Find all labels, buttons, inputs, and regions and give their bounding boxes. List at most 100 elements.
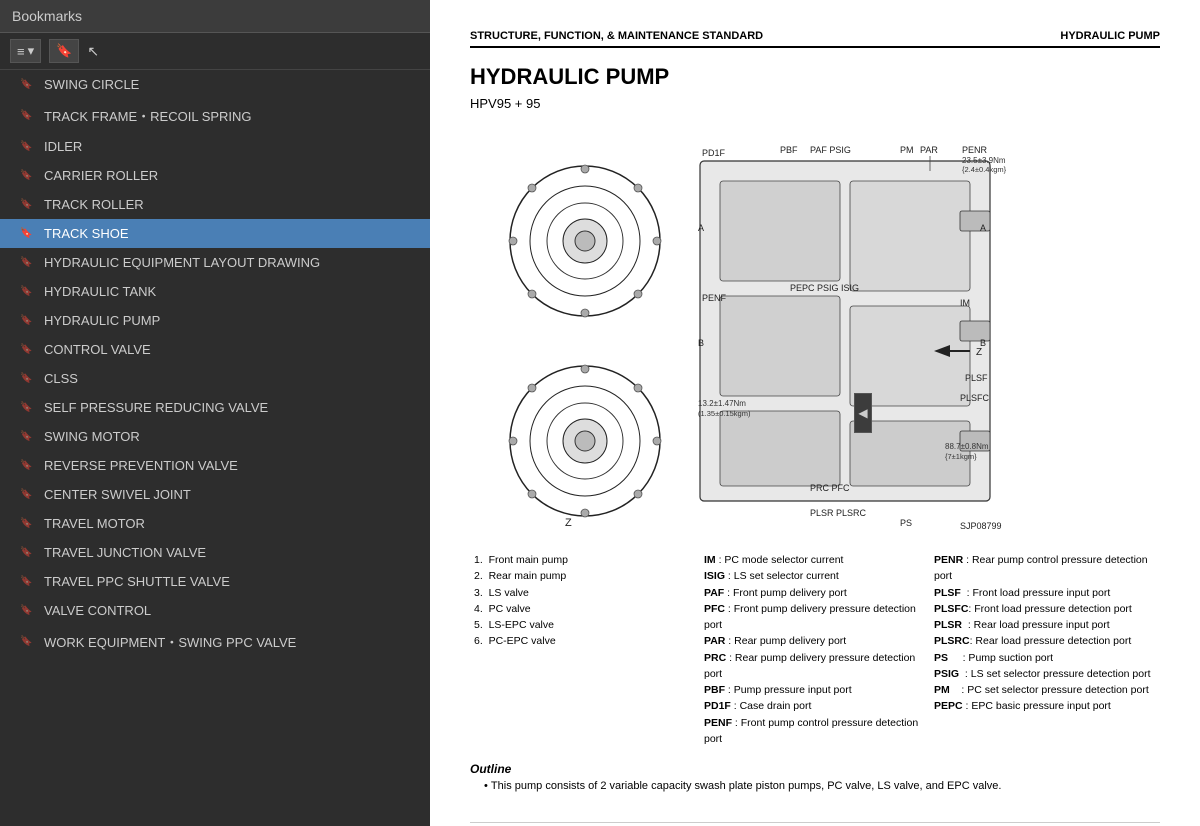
sidebar-item-label-track-shoe: TRACK SHOE — [44, 226, 129, 241]
dropdown-arrow-icon: ▾ — [28, 43, 35, 59]
list-icon: ≡ — [17, 44, 25, 59]
sidebar-item-label-track-roller: TRACK ROLLER — [44, 197, 144, 212]
sidebar-item-center-swivel-joint[interactable]: 🔖 CENTER SWIVEL JOINT — [0, 480, 430, 509]
bookmark-icon-track-frame: 🔖 — [20, 110, 34, 121]
sidebar-item-label-idler: IDLER — [44, 139, 82, 154]
sidebar-item-swing-circle[interactable]: 🔖 SWING CIRCLE — [0, 70, 430, 99]
sidebar-item-label-valve-control: VALVE CONTROL — [44, 603, 151, 618]
svg-text:IM: IM — [960, 298, 970, 308]
sidebar-item-travel-motor[interactable]: 🔖TRAVEL MOTOR — [0, 509, 430, 538]
doc-title: HYDRAULIC PUMP — [470, 64, 1160, 90]
svg-text:A: A — [698, 223, 704, 233]
collapse-sidebar-button[interactable]: ◀ — [854, 393, 872, 433]
outline-section: Outline • This pump consists of 2 variab… — [470, 762, 1160, 792]
svg-text:PM: PM — [900, 145, 914, 155]
bookmark-icon-swing-circle: 🔖 — [20, 79, 34, 90]
bookmark-icon-hydraulic-tank: 🔖 — [20, 286, 34, 297]
svg-text:PRC PFC: PRC PFC — [810, 483, 850, 493]
outline-bullet: • This pump consists of 2 variable capac… — [484, 780, 1160, 792]
sidebar-item-label-clss: CLSS — [44, 371, 78, 386]
bookmark-icon-carrier-roller: 🔖 — [20, 170, 34, 181]
doc-header-left: STRUCTURE, FUNCTION, & MAINTENANCE STAND… — [470, 30, 763, 42]
sidebar-item-idler[interactable]: 🔖 IDLER — [0, 132, 430, 161]
svg-text:PAF PSIG: PAF PSIG — [810, 145, 851, 155]
svg-text:PENF: PENF — [702, 293, 727, 303]
svg-text:(1.35±0.15kgm): (1.35±0.15kgm) — [698, 409, 751, 418]
svg-text:PLSR PLSRC: PLSR PLSRC — [810, 508, 867, 518]
sidebar-item-track-roller[interactable]: 🔖 TRACK ROLLER — [0, 190, 430, 219]
bookmark-icon-track-roller: 🔖 — [20, 199, 34, 210]
sidebar-item-label-travel-ppc-shuttle-valve: TRAVEL PPC SHUTTLE VALVE — [44, 574, 230, 589]
doc-footer: PC270-7 10-25 — [470, 822, 1160, 826]
sidebar-item-label-track-frame: TRACK FRAME・RECOIL SPRING — [44, 106, 252, 125]
sidebar-item-label-control-valve: CONTROL VALVE — [44, 342, 151, 357]
svg-text:Z: Z — [565, 517, 572, 529]
bookmark-icon-idler: 🔖 — [20, 141, 34, 152]
sidebar-item-label-reverse-prevention-valve: REVERSE PREVENTION VALVE — [44, 458, 238, 473]
list-view-button[interactable]: ≡ ▾ — [10, 39, 41, 63]
svg-text:{7±1kgm}: {7±1kgm} — [945, 452, 977, 461]
sidebar-item-label-center-swivel-joint: CENTER SWIVEL JOINT — [44, 487, 191, 502]
bookmark-icon: 🔖 — [56, 43, 72, 59]
sidebar-item-hydraulic-pump[interactable]: 🔖HYDRAULIC PUMP — [0, 306, 430, 335]
sidebar-item-control-valve[interactable]: 🔖CONTROL VALVE — [0, 335, 430, 364]
sidebar-item-travel-junction-valve[interactable]: 🔖TRAVEL JUNCTION VALVE — [0, 538, 430, 567]
sidebar-item-label-hydraulic-tank: HYDRAULIC TANK — [44, 284, 156, 299]
bookmark-icon-work-equipment-swing: 🔖 — [20, 636, 34, 647]
legend-abbr-col1: IM : PC mode selector current ISIG : LS … — [704, 552, 926, 747]
svg-text:PEPC PSIG ISIG: PEPC PSIG ISIG — [790, 283, 859, 293]
svg-text:PD1F: PD1F — [702, 148, 726, 158]
bookmark-icon-self-pressure-reducing-valve: 🔖 — [20, 402, 34, 413]
hydraulic-pump-diagram: Z — [470, 131, 1160, 531]
svg-text:PBF: PBF — [780, 145, 798, 155]
svg-text:PS: PS — [900, 518, 912, 528]
svg-text:PENR: PENR — [962, 145, 988, 155]
sidebar-item-valve-control[interactable]: 🔖 VALVE CONTROL — [0, 596, 430, 625]
sidebar-item-swing-motor[interactable]: 🔖SWING MOTOR — [0, 422, 430, 451]
sidebar-header: Bookmarks — [0, 0, 430, 33]
sidebar-item-work-equipment-swing[interactable]: 🔖 WORK EQUIPMENT・SWING PPC VALVE — [0, 625, 430, 658]
legend-numbered-list: 1. Front main pump 2. Rear main pump 3. … — [474, 552, 696, 650]
sidebar-item-clss[interactable]: 🔖 CLSS — [0, 364, 430, 393]
cursor-icon: ↖ — [87, 43, 99, 60]
sidebar-item-hydraulic-equipment-layout[interactable]: 🔖 HYDRAULIC EQUIPMENT LAYOUT DRAWING — [0, 248, 430, 277]
svg-text:PAR: PAR — [920, 145, 938, 155]
bookmark-icon-travel-junction-valve: 🔖 — [20, 547, 34, 558]
sidebar-item-carrier-roller[interactable]: 🔖 CARRIER ROLLER — [0, 161, 430, 190]
svg-text:PLSF: PLSF — [965, 373, 988, 383]
doc-header-right: HYDRAULIC PUMP — [1060, 30, 1160, 42]
svg-text:B: B — [980, 338, 986, 348]
outline-title: Outline — [470, 762, 1160, 776]
sidebar-item-label-self-pressure-reducing-valve: SELF PRESSURE REDUCING VALVE — [44, 400, 268, 415]
legend-section: 1. Front main pump 2. Rear main pump 3. … — [470, 551, 1160, 748]
doc-header: STRUCTURE, FUNCTION, & MAINTENANCE STAND… — [470, 30, 1160, 48]
sidebar-item-label-hydraulic-equipment-layout: HYDRAULIC EQUIPMENT LAYOUT DRAWING — [44, 255, 320, 270]
sidebar-item-label-swing-circle: SWING CIRCLE — [44, 77, 139, 92]
bookmark-icon-center-swivel-joint: 🔖 — [20, 489, 34, 500]
sidebar-item-label-carrier-roller: CARRIER ROLLER — [44, 168, 158, 183]
svg-text:88.7±0.8Nm: 88.7±0.8Nm — [945, 442, 989, 451]
svg-text:{2.4±0.4kgm}: {2.4±0.4kgm} — [962, 165, 1007, 174]
sidebar-item-hydraulic-tank[interactable]: 🔖 HYDRAULIC TANK — [0, 277, 430, 306]
svg-text:13.2±1.47Nm: 13.2±1.47Nm — [698, 399, 746, 408]
sidebar-item-travel-ppc-shuttle-valve[interactable]: 🔖TRAVEL PPC SHUTTLE VALVE — [0, 567, 430, 596]
sidebar-item-reverse-prevention-valve[interactable]: 🔖 REVERSE PREVENTION VALVE — [0, 451, 430, 480]
bookmark-icon-clss: 🔖 — [20, 373, 34, 384]
sidebar-item-label-swing-motor: SWING MOTOR — [44, 429, 140, 444]
sidebar-item-track-frame[interactable]: 🔖 TRACK FRAME・RECOIL SPRING — [0, 99, 430, 132]
sidebar-item-label-work-equipment-swing: WORK EQUIPMENT・SWING PPC VALVE — [44, 632, 296, 651]
svg-text:PLSFC: PLSFC — [960, 393, 990, 403]
sidebar-list: 🔖SWING CIRCLE🔖TRACK FRAME・RECOIL SPRING🔖… — [0, 70, 430, 826]
bookmark-icon-hydraulic-equipment-layout: 🔖 — [20, 257, 34, 268]
sidebar-item-track-shoe[interactable]: 🔖 TRACK SHOE — [0, 219, 430, 248]
legend-abbr-col2: PENR : Rear pump control pressure detect… — [934, 552, 1156, 715]
bookmark-icon-track-shoe: 🔖 — [20, 228, 34, 239]
sidebar-toolbar: ≡ ▾ 🔖 ↖ — [0, 33, 430, 70]
sidebar-title: Bookmarks — [12, 8, 82, 24]
bookmark-add-button[interactable]: 🔖 — [49, 39, 79, 63]
bookmark-icon-valve-control: 🔖 — [20, 605, 34, 616]
svg-text:SJP08799: SJP08799 — [960, 521, 1002, 531]
svg-text:A: A — [980, 223, 986, 233]
sidebar-item-self-pressure-reducing-valve[interactable]: 🔖 SELF PRESSURE REDUCING VALVE — [0, 393, 430, 422]
bookmark-icon-reverse-prevention-valve: 🔖 — [20, 460, 34, 471]
